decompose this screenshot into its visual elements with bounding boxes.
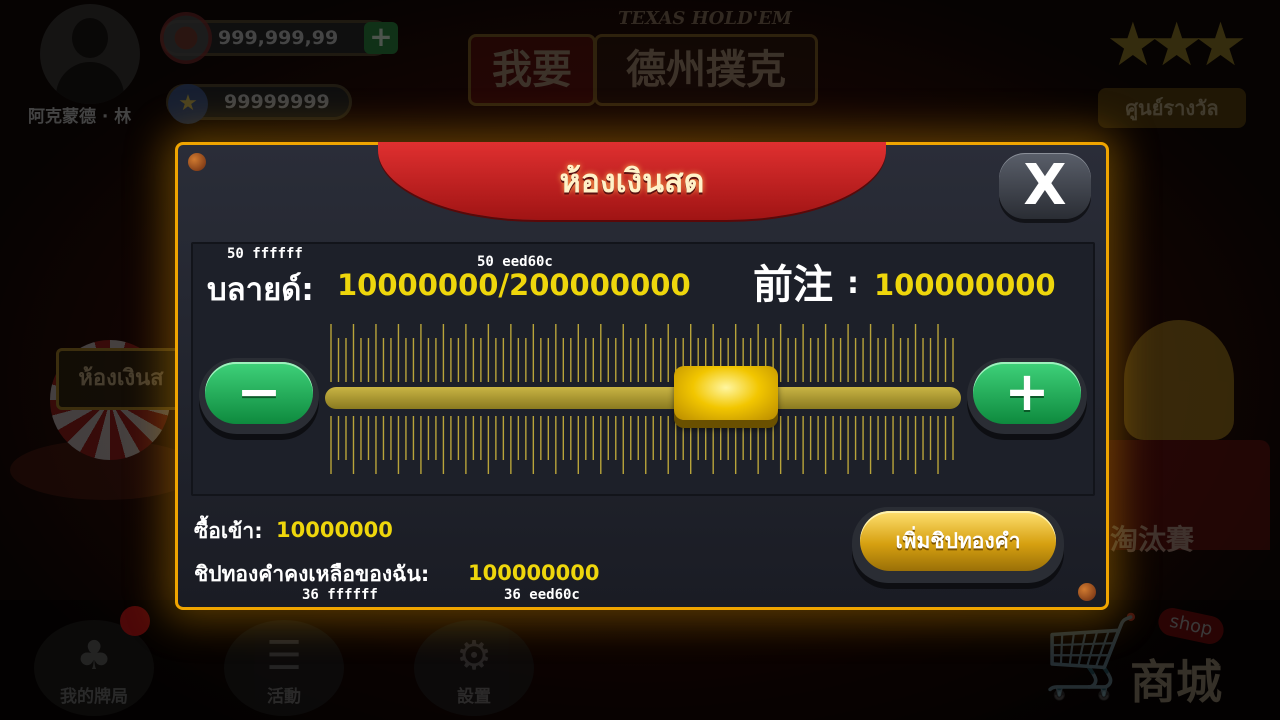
rivet-icon bbox=[1078, 583, 1096, 601]
close-button[interactable]: X bbox=[999, 153, 1091, 219]
ante-value: 100000000 bbox=[874, 268, 1056, 302]
stake-slider-thumb[interactable] bbox=[673, 366, 778, 420]
minus-icon: − bbox=[236, 360, 282, 423]
plus-icon: + bbox=[1004, 360, 1050, 423]
add-gold-chips-button[interactable]: เพิ่มชิปทองคำ bbox=[852, 507, 1064, 583]
ante-label: 前注 bbox=[753, 262, 833, 308]
stake-slider-track[interactable] bbox=[325, 387, 961, 409]
increase-stake-button[interactable]: + bbox=[967, 358, 1087, 434]
buyin-label: ซื้อเข้า: bbox=[194, 519, 263, 543]
annotation-label: 36 ffffff bbox=[302, 587, 378, 603]
decrease-stake-button[interactable]: − bbox=[199, 358, 319, 434]
title-banner: ห้องเงินสด bbox=[378, 142, 886, 220]
cash-room-dialog: ห้องเงินสด X 50 ffffff 50 eed60c บลายด์:… bbox=[175, 142, 1109, 610]
annotation-label: 36 eed60c bbox=[504, 587, 580, 603]
ante-colon: : bbox=[847, 266, 859, 301]
rivet-icon bbox=[188, 153, 206, 171]
annotation-label: 50 ffffff bbox=[227, 246, 303, 262]
dialog-title: ห้องเงินสด bbox=[559, 162, 705, 200]
buyin-value: 10000000 bbox=[276, 518, 393, 542]
add-gold-chips-label: เพิ่มชิปทองคำ bbox=[895, 529, 1021, 553]
remaining-gold-value: 100000000 bbox=[468, 561, 600, 585]
stake-panel: 50 ffffff 50 eed60c บลายด์: 10000000/200… bbox=[191, 242, 1095, 496]
blinds-value: 10000000/200000000 bbox=[337, 268, 691, 302]
blinds-label: บลายด์: bbox=[207, 272, 314, 308]
